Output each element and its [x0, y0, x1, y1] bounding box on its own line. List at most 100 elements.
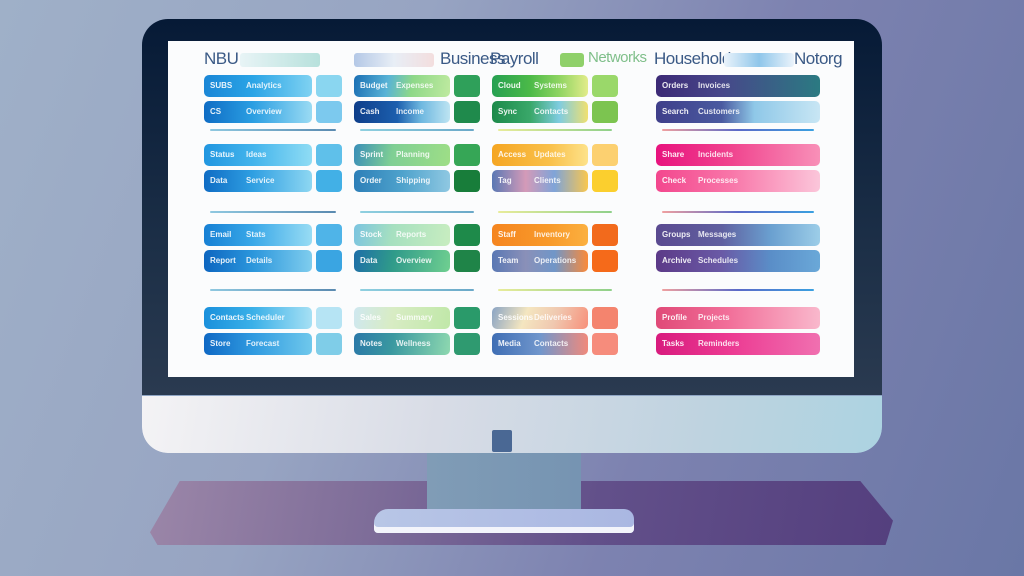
card-value: Operations [534, 256, 577, 265]
section-divider [662, 289, 814, 291]
card-value: Incidents [698, 150, 734, 159]
card-label: Report [210, 256, 236, 265]
dashboard-card[interactable]: Team Operations [492, 250, 588, 272]
card-label: Cash [360, 107, 380, 116]
section-divider [662, 129, 814, 131]
card-label: Sales [360, 313, 381, 322]
dashboard-card[interactable]: Check Processes [656, 170, 820, 192]
dashboard-card[interactable]: Access Updates [492, 144, 588, 166]
card-label: Media [498, 339, 521, 348]
card-label: Staff [498, 230, 516, 239]
card-action-button[interactable] [454, 333, 480, 355]
dashboard-card[interactable]: Data Overview [354, 250, 450, 272]
card-action-button[interactable] [316, 144, 342, 166]
dashboard-card[interactable]: Sessions Deliveries [492, 307, 588, 329]
dashboard-card[interactable]: Stock Reports [354, 224, 450, 246]
card-action-button[interactable] [316, 224, 342, 246]
card-value: Messages [698, 230, 737, 239]
card-label: Archive [662, 256, 692, 265]
card-label: Contacts [210, 313, 245, 322]
card-value: Reports [396, 230, 427, 239]
card-action-button[interactable] [316, 250, 342, 272]
header-bar [560, 53, 584, 67]
card-value: Service [246, 176, 275, 185]
card-action-button[interactable] [592, 307, 618, 329]
dashboard-card[interactable]: Report Details [204, 250, 312, 272]
dashboard-card[interactable]: Search Customers [656, 101, 820, 123]
dashboard-card[interactable]: CS Overview [204, 101, 312, 123]
monitor-stand-base [374, 509, 634, 533]
card-label: Tag [498, 176, 512, 185]
section-divider [498, 129, 612, 131]
dashboard-card[interactable]: Sales Summary [354, 307, 450, 329]
card-value: Systems [534, 81, 567, 90]
card-value: Processes [698, 176, 739, 185]
card-value: Stats [246, 230, 266, 239]
dashboard-card[interactable]: Share Incidents [656, 144, 820, 166]
card-label: Order [360, 176, 382, 185]
dashboard-card[interactable]: Email Stats [204, 224, 312, 246]
dashboard-card[interactable]: Order Shipping [354, 170, 450, 192]
card-action-button[interactable] [316, 75, 342, 97]
card-label: Notes [360, 339, 383, 348]
dashboard-card[interactable]: Profile Projects [656, 307, 820, 329]
dashboard-card[interactable]: Tag Clients [492, 170, 588, 192]
power-button-icon[interactable] [492, 430, 512, 452]
card-label: Access [498, 150, 527, 159]
card-value: Overview [246, 107, 282, 116]
dashboard-card[interactable]: Orders Invoices [656, 75, 820, 97]
dashboard-card[interactable]: Sync Contacts [492, 101, 588, 123]
card-action-button[interactable] [592, 170, 618, 192]
card-label: SUBS [210, 81, 233, 90]
card-value: Deliveries [534, 313, 572, 322]
dashboard-card[interactable]: Budget Expenses [354, 75, 450, 97]
card-action-button[interactable] [592, 224, 618, 246]
card-action-button[interactable] [316, 101, 342, 123]
dashboard-card[interactable]: Contacts Scheduler [204, 307, 312, 329]
dashboard-card[interactable]: Sprint Planning [354, 144, 450, 166]
card-action-button[interactable] [592, 75, 618, 97]
card-action-button[interactable] [316, 170, 342, 192]
dashboard-card[interactable]: Notes Wellness [354, 333, 450, 355]
monitor-bezel: NBU Business Payroll Networks Household … [142, 19, 882, 395]
card-value: Overview [396, 256, 432, 265]
dashboard-card[interactable]: Store Forecast [204, 333, 312, 355]
card-action-button[interactable] [454, 307, 480, 329]
header-label: Notorg [794, 49, 843, 68]
section-divider [210, 129, 336, 131]
dashboard-card[interactable]: Data Service [204, 170, 312, 192]
dashboard-card[interactable]: Media Contacts [492, 333, 588, 355]
card-value: Summary [396, 313, 433, 322]
card-value: Forecast [246, 339, 280, 348]
card-action-button[interactable] [592, 333, 618, 355]
dashboard-card[interactable]: Groups Messages [656, 224, 820, 246]
card-action-button[interactable] [454, 101, 480, 123]
card-action-button[interactable] [316, 307, 342, 329]
section-divider [210, 211, 336, 213]
card-label: Budget [360, 81, 388, 90]
card-action-button[interactable] [592, 144, 618, 166]
header-label: NBU [204, 49, 239, 68]
card-action-button[interactable] [454, 75, 480, 97]
card-action-button[interactable] [592, 250, 618, 272]
dashboard-card[interactable]: Tasks Reminders [656, 333, 820, 355]
dashboard-card[interactable]: Status Ideas [204, 144, 312, 166]
card-action-button[interactable] [316, 333, 342, 355]
card-action-button[interactable] [454, 250, 480, 272]
card-action-button[interactable] [592, 101, 618, 123]
card-label: Orders [662, 81, 689, 90]
card-action-button[interactable] [454, 144, 480, 166]
monitor-chin [142, 395, 882, 453]
section-divider [360, 129, 474, 131]
card-value: Contacts [534, 339, 569, 348]
dashboard-card[interactable]: Cloud Systems [492, 75, 588, 97]
card-value: Scheduler [246, 313, 285, 322]
dashboard-card[interactable]: Staff Inventory [492, 224, 588, 246]
section-divider [498, 289, 612, 291]
card-action-button[interactable] [454, 224, 480, 246]
dashboard-card[interactable]: Cash Income [354, 101, 450, 123]
dashboard-card[interactable]: Archive Schedules [656, 250, 820, 272]
card-value: Contacts [534, 107, 569, 116]
card-action-button[interactable] [454, 170, 480, 192]
dashboard-card[interactable]: SUBS Analytics [204, 75, 312, 97]
